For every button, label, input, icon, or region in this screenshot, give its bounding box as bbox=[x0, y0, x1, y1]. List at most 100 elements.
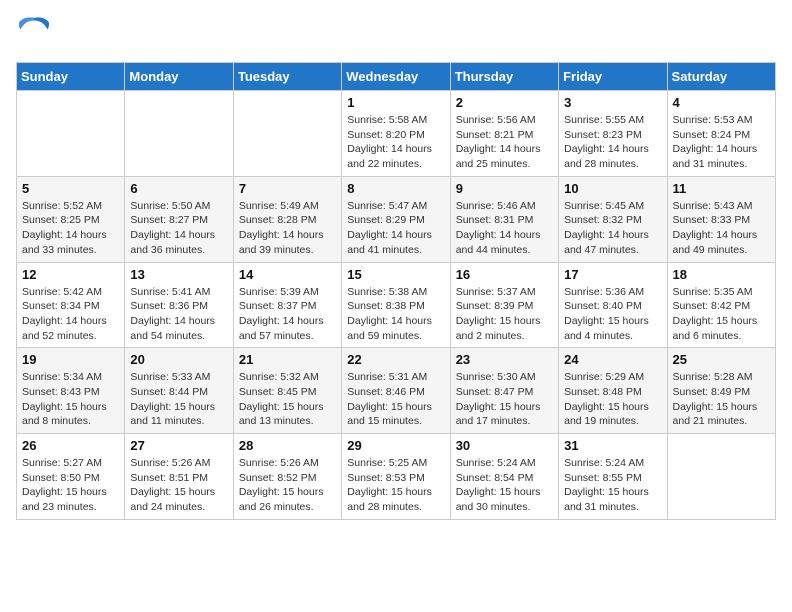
day-cell: 16 Sunrise: 5:37 AMSunset: 8:39 PMDayligh… bbox=[450, 262, 558, 348]
day-info: Sunrise: 5:37 AMSunset: 8:39 PMDaylight:… bbox=[456, 285, 553, 344]
day-cell: 31 Sunrise: 5:24 AMSunset: 8:55 PMDayligh… bbox=[559, 434, 667, 520]
week-row-3: 12 Sunrise: 5:42 AMSunset: 8:34 PMDayligh… bbox=[17, 262, 776, 348]
day-cell: 9Sunrise: 5:46 AMSunset: 8:31 PMDaylight… bbox=[450, 176, 558, 262]
day-info: Sunrise: 5:42 AMSunset: 8:34 PMDaylight:… bbox=[22, 285, 119, 344]
day-info: Sunrise: 5:35 AMSunset: 8:42 PMDaylight:… bbox=[673, 285, 770, 344]
day-number: 2 bbox=[456, 95, 553, 110]
day-info: Sunrise: 5:30 AMSunset: 8:47 PMDaylight:… bbox=[456, 370, 553, 429]
weekday-header-wednesday: Wednesday bbox=[342, 63, 450, 91]
day-number: 11 bbox=[673, 181, 770, 196]
day-cell: 24 Sunrise: 5:29 AMSunset: 8:48 PMDayligh… bbox=[559, 348, 667, 434]
day-number: 26 bbox=[22, 438, 119, 453]
day-number: 5 bbox=[22, 181, 119, 196]
day-cell: 14 Sunrise: 5:39 AMSunset: 8:37 PMDayligh… bbox=[233, 262, 341, 348]
day-number: 15 bbox=[347, 267, 444, 282]
day-cell: 22 Sunrise: 5:31 AMSunset: 8:46 PMDayligh… bbox=[342, 348, 450, 434]
day-info: Sunrise: 5:34 AMSunset: 8:43 PMDaylight:… bbox=[22, 370, 119, 429]
day-number: 20 bbox=[130, 352, 227, 367]
day-number: 3 bbox=[564, 95, 661, 110]
day-cell: 5 Sunrise: 5:52 AMSunset: 8:25 PMDaylight… bbox=[17, 176, 125, 262]
weekday-header-saturday: Saturday bbox=[667, 63, 775, 91]
day-info: Sunrise: 5:47 AMSunset: 8:29 PMDaylight:… bbox=[347, 199, 444, 258]
day-cell: 30 Sunrise: 5:24 AMSunset: 8:54 PMDayligh… bbox=[450, 434, 558, 520]
day-cell: 2 Sunrise: 5:56 AMSunset: 8:21 PMDaylight… bbox=[450, 91, 558, 177]
day-number: 29 bbox=[347, 438, 444, 453]
day-info: Sunrise: 5:26 AMSunset: 8:52 PMDaylight:… bbox=[239, 456, 336, 515]
day-info: Sunrise: 5:25 AMSunset: 8:53 PMDaylight:… bbox=[347, 456, 444, 515]
day-number: 27 bbox=[130, 438, 227, 453]
day-info: Sunrise: 5:52 AMSunset: 8:25 PMDaylight:… bbox=[22, 199, 119, 258]
logo bbox=[16, 16, 56, 52]
day-number: 30 bbox=[456, 438, 553, 453]
day-info: Sunrise: 5:58 AMSunset: 8:20 PMDaylight:… bbox=[347, 113, 444, 172]
day-cell: 21 Sunrise: 5:32 AMSunset: 8:45 PMDayligh… bbox=[233, 348, 341, 434]
day-info: Sunrise: 5:38 AMSunset: 8:38 PMDaylight:… bbox=[347, 285, 444, 344]
day-cell bbox=[17, 91, 125, 177]
weekday-header-thursday: Thursday bbox=[450, 63, 558, 91]
calendar: SundayMondayTuesdayWednesdayThursdayFrid… bbox=[16, 62, 776, 520]
day-number: 12 bbox=[22, 267, 119, 282]
day-info: Sunrise: 5:32 AMSunset: 8:45 PMDaylight:… bbox=[239, 370, 336, 429]
day-info: Sunrise: 5:24 AMSunset: 8:55 PMDaylight:… bbox=[564, 456, 661, 515]
day-cell: 13Sunrise: 5:41 AMSunset: 8:36 PMDayligh… bbox=[125, 262, 233, 348]
day-info: Sunrise: 5:43 AMSunset: 8:33 PMDaylight:… bbox=[673, 199, 770, 258]
day-number: 16 bbox=[456, 267, 553, 282]
week-row-1: 1 Sunrise: 5:58 AMSunset: 8:20 PMDaylight… bbox=[17, 91, 776, 177]
day-cell: 10Sunrise: 5:45 AMSunset: 8:32 PMDayligh… bbox=[559, 176, 667, 262]
weekday-header-monday: Monday bbox=[125, 63, 233, 91]
day-number: 7 bbox=[239, 181, 336, 196]
day-info: Sunrise: 5:49 AMSunset: 8:28 PMDaylight:… bbox=[239, 199, 336, 258]
day-info: Sunrise: 5:46 AMSunset: 8:31 PMDaylight:… bbox=[456, 199, 553, 258]
day-number: 10 bbox=[564, 181, 661, 196]
day-number: 1 bbox=[347, 95, 444, 110]
day-cell bbox=[125, 91, 233, 177]
day-number: 4 bbox=[673, 95, 770, 110]
day-cell: 6 Sunrise: 5:50 AMSunset: 8:27 PMDaylight… bbox=[125, 176, 233, 262]
day-cell: 17Sunrise: 5:36 AMSunset: 8:40 PMDayligh… bbox=[559, 262, 667, 348]
day-cell: 4Sunrise: 5:53 AMSunset: 8:24 PMDaylight… bbox=[667, 91, 775, 177]
day-number: 22 bbox=[347, 352, 444, 367]
day-info: Sunrise: 5:41 AMSunset: 8:36 PMDaylight:… bbox=[130, 285, 227, 344]
day-info: Sunrise: 5:27 AMSunset: 8:50 PMDaylight:… bbox=[22, 456, 119, 515]
day-number: 19 bbox=[22, 352, 119, 367]
day-info: Sunrise: 5:33 AMSunset: 8:44 PMDaylight:… bbox=[130, 370, 227, 429]
day-info: Sunrise: 5:31 AMSunset: 8:46 PMDaylight:… bbox=[347, 370, 444, 429]
day-info: Sunrise: 5:29 AMSunset: 8:48 PMDaylight:… bbox=[564, 370, 661, 429]
day-cell: 3 Sunrise: 5:55 AMSunset: 8:23 PMDaylight… bbox=[559, 91, 667, 177]
day-cell: 26 Sunrise: 5:27 AMSunset: 8:50 PMDayligh… bbox=[17, 434, 125, 520]
weekday-header-row: SundayMondayTuesdayWednesdayThursdayFrid… bbox=[17, 63, 776, 91]
day-cell bbox=[233, 91, 341, 177]
day-cell bbox=[667, 434, 775, 520]
day-number: 6 bbox=[130, 181, 227, 196]
day-number: 21 bbox=[239, 352, 336, 367]
day-cell: 29 Sunrise: 5:25 AMSunset: 8:53 PMDayligh… bbox=[342, 434, 450, 520]
day-info: Sunrise: 5:28 AMSunset: 8:49 PMDaylight:… bbox=[673, 370, 770, 429]
day-number: 8 bbox=[347, 181, 444, 196]
day-number: 14 bbox=[239, 267, 336, 282]
weekday-header-tuesday: Tuesday bbox=[233, 63, 341, 91]
day-cell: 1 Sunrise: 5:58 AMSunset: 8:20 PMDaylight… bbox=[342, 91, 450, 177]
day-number: 23 bbox=[456, 352, 553, 367]
day-cell: 20 Sunrise: 5:33 AMSunset: 8:44 PMDayligh… bbox=[125, 348, 233, 434]
day-info: Sunrise: 5:26 AMSunset: 8:51 PMDaylight:… bbox=[130, 456, 227, 515]
day-cell: 8 Sunrise: 5:47 AMSunset: 8:29 PMDaylight… bbox=[342, 176, 450, 262]
day-info: Sunrise: 5:55 AMSunset: 8:23 PMDaylight:… bbox=[564, 113, 661, 172]
day-info: Sunrise: 5:36 AMSunset: 8:40 PMDaylight:… bbox=[564, 285, 661, 344]
day-number: 24 bbox=[564, 352, 661, 367]
day-number: 25 bbox=[673, 352, 770, 367]
day-number: 18 bbox=[673, 267, 770, 282]
day-cell: 25 Sunrise: 5:28 AMSunset: 8:49 PMDayligh… bbox=[667, 348, 775, 434]
day-info: Sunrise: 5:50 AMSunset: 8:27 PMDaylight:… bbox=[130, 199, 227, 258]
day-cell: 27 Sunrise: 5:26 AMSunset: 8:51 PMDayligh… bbox=[125, 434, 233, 520]
week-row-2: 5 Sunrise: 5:52 AMSunset: 8:25 PMDaylight… bbox=[17, 176, 776, 262]
day-info: Sunrise: 5:56 AMSunset: 8:21 PMDaylight:… bbox=[456, 113, 553, 172]
day-cell: 23 Sunrise: 5:30 AMSunset: 8:47 PMDayligh… bbox=[450, 348, 558, 434]
weekday-header-sunday: Sunday bbox=[17, 63, 125, 91]
day-number: 31 bbox=[564, 438, 661, 453]
day-info: Sunrise: 5:39 AMSunset: 8:37 PMDaylight:… bbox=[239, 285, 336, 344]
day-cell: 11 Sunrise: 5:43 AMSunset: 8:33 PMDayligh… bbox=[667, 176, 775, 262]
day-info: Sunrise: 5:24 AMSunset: 8:54 PMDaylight:… bbox=[456, 456, 553, 515]
weekday-header-friday: Friday bbox=[559, 63, 667, 91]
day-cell: 12 Sunrise: 5:42 AMSunset: 8:34 PMDayligh… bbox=[17, 262, 125, 348]
day-cell: 19 Sunrise: 5:34 AMSunset: 8:43 PMDayligh… bbox=[17, 348, 125, 434]
